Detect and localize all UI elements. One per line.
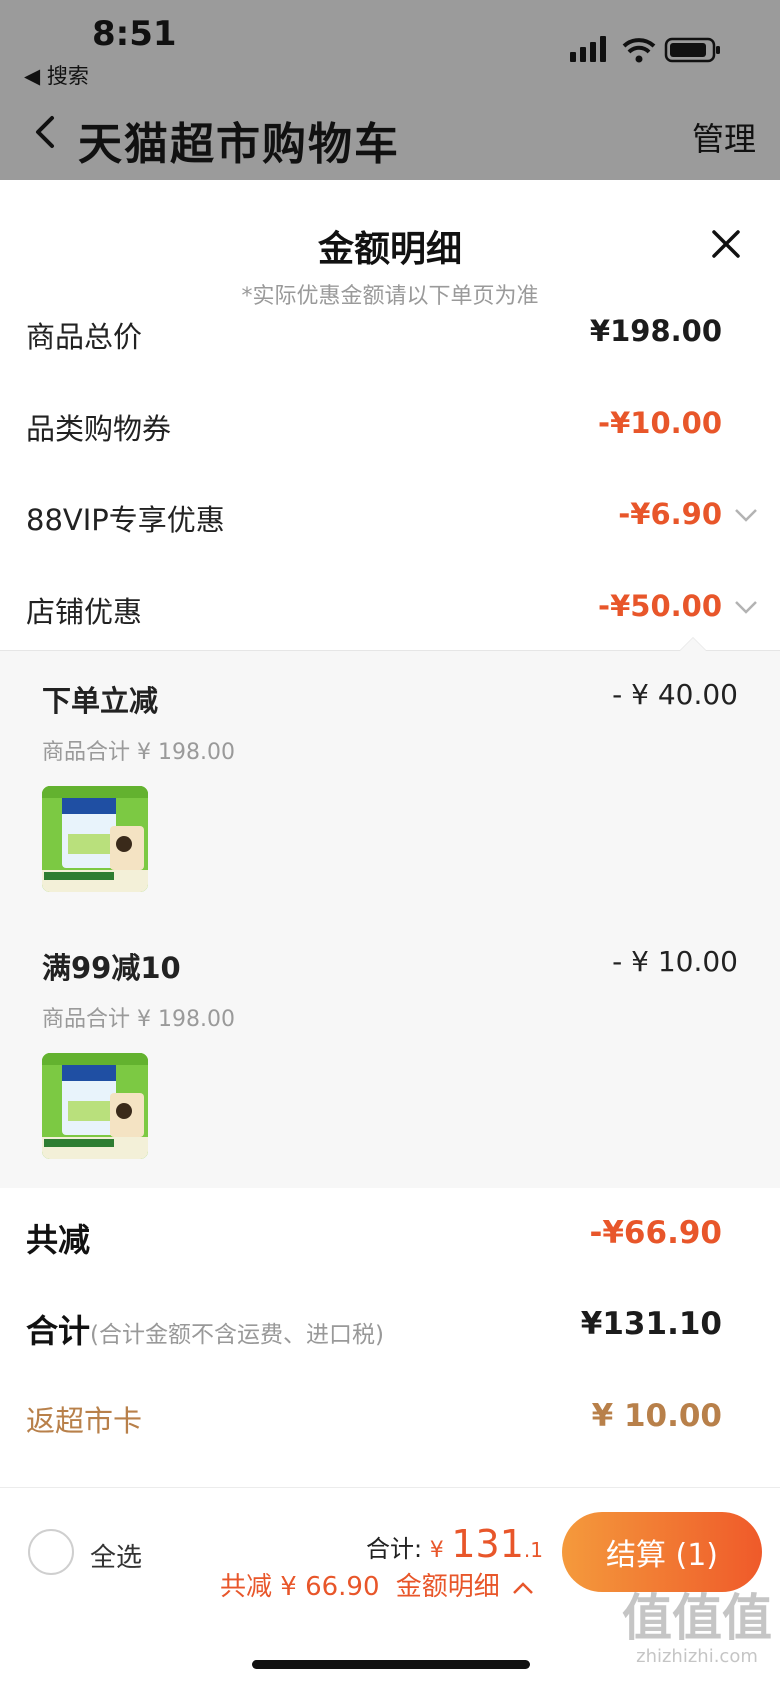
manage-button[interactable]: 管理 [692, 114, 756, 160]
back-arrow-icon[interactable] [32, 114, 60, 150]
home-indicator [252, 1660, 530, 1669]
sum-currency: ¥ [429, 1538, 444, 1563]
total-value: ¥131.10 [580, 1306, 722, 1342]
watermark: 值值值 zhizhizhi.com [622, 1590, 772, 1680]
chevron-up-icon[interactable] [512, 1581, 534, 1595]
checkout-button[interactable]: 结算 (1) [562, 1512, 762, 1592]
detail-pointer [680, 638, 706, 651]
sheet-note: *实际优惠金额请以下单页为准 [241, 284, 539, 309]
rebate-value: ¥ 10.00 [591, 1398, 722, 1434]
total-hint: (合计金额不含运费、进口税) [90, 1322, 384, 1348]
promo-amount: - ¥ 40.00 [612, 678, 738, 711]
save-text: 共减 ¥ 66.90 [220, 1572, 380, 1602]
save-summary[interactable]: 共减 ¥ 66.90 金额明细 [220, 1566, 534, 1603]
watermark-sub: zhizhizhi.com [636, 1646, 758, 1667]
row-value-88vip[interactable]: -¥6.90 [618, 497, 722, 531]
close-icon[interactable] [708, 226, 744, 262]
row-value-store-discount[interactable]: -¥50.00 [598, 589, 722, 623]
total-reduce-value: -¥66.90 [589, 1215, 723, 1251]
status-icons [570, 36, 720, 63]
row-label-88vip[interactable]: 88VIP专享优惠 [26, 497, 225, 539]
rebate-label: 返超市卡 [26, 1404, 143, 1438]
chevron-down-icon[interactable] [734, 599, 758, 615]
total-reduce-label: 共减 [26, 1221, 91, 1259]
sum-amount: 131 [451, 1522, 524, 1566]
product-thumbnail[interactable] [42, 1053, 148, 1159]
row-label-goods-total: 商品总价 [26, 320, 143, 354]
sum-label: 合计: [366, 1535, 423, 1563]
battery-icon [664, 37, 720, 63]
promo-subtotal: 商品合计 ¥ 198.00 [42, 740, 235, 765]
select-all-label[interactable]: 全选 [90, 1537, 142, 1574]
signal-icon [570, 52, 576, 62]
promo-title: 下单立减 [42, 684, 159, 718]
wifi-icon [622, 38, 656, 63]
back-to-search-link[interactable]: ◀ 搜索 [24, 60, 89, 90]
amount-detail-link[interactable]: 金额明细 [396, 1572, 500, 1602]
row-label-category-coupon: 品类购物券 [26, 412, 172, 446]
sum-decimal: .1 [523, 1538, 543, 1562]
product-thumbnail[interactable] [42, 786, 148, 892]
select-all-radio[interactable] [28, 1529, 74, 1575]
row-value-goods-total: ¥198.00 [589, 314, 722, 348]
sheet-title: 金额明细 [317, 229, 462, 270]
promo-title: 满99减10 [42, 951, 181, 985]
row-value-category-coupon: -¥10.00 [598, 406, 722, 440]
promo-subtotal: 商品合计 ¥ 198.00 [42, 1007, 235, 1032]
total-label: 合计 [26, 1312, 91, 1350]
chevron-down-icon[interactable] [734, 507, 758, 523]
page-title: 天猫超市购物车 [78, 119, 400, 170]
row-label-store-discount[interactable]: 店铺优惠 [26, 589, 142, 631]
sum-display: 合计: ¥ 131.1 [366, 1522, 543, 1566]
watermark-main: 值值值 [622, 1589, 772, 1647]
status-time: 8:51 [92, 14, 177, 54]
promo-amount: - ¥ 10.00 [612, 945, 738, 978]
